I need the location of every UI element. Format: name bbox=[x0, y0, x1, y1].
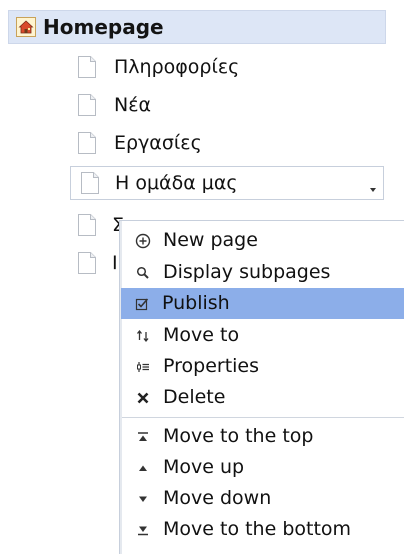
menu-separator bbox=[122, 417, 404, 418]
tree-item-label: Εργασίες bbox=[114, 132, 202, 154]
page-icon bbox=[76, 131, 98, 155]
move-down-icon bbox=[135, 490, 151, 506]
tree-item-label: Ι bbox=[112, 252, 118, 274]
menu-item-label: Move to the bottom bbox=[163, 518, 352, 540]
menu-item-properties[interactable]: Properties bbox=[122, 351, 404, 382]
menu-item-move-to-top[interactable]: Move to the top bbox=[122, 421, 404, 452]
menu-item-move-down[interactable]: Move down bbox=[122, 483, 404, 514]
menu-item-label: Display subpages bbox=[163, 261, 331, 283]
menu-item-publish[interactable]: Publish bbox=[121, 288, 404, 319]
tree-item-label: Νέα bbox=[114, 94, 152, 116]
properties-icon bbox=[135, 358, 151, 374]
delete-icon bbox=[135, 389, 151, 405]
page-icon bbox=[79, 171, 101, 195]
menu-item-label: Move to the top bbox=[163, 425, 314, 447]
page-tree-panel: Homepage Πληροφορίες Νέα Εργασίες Η ομάδ… bbox=[0, 0, 404, 554]
publish-icon bbox=[134, 295, 150, 311]
tree-root-homepage[interactable]: Homepage bbox=[8, 10, 386, 44]
menu-item-label: Move up bbox=[163, 456, 245, 478]
menu-item-label: Publish bbox=[162, 292, 230, 314]
display-subpages-icon bbox=[135, 264, 151, 280]
move-top-icon bbox=[135, 428, 151, 444]
move-bottom-icon bbox=[135, 521, 151, 537]
page-icon bbox=[76, 213, 98, 237]
menu-item-label: New page bbox=[163, 229, 258, 251]
menu-item-delete[interactable]: Delete bbox=[122, 382, 404, 413]
menu-item-label: Move down bbox=[163, 487, 272, 509]
tree-item-i-omada-mas[interactable]: Η ομάδα μας bbox=[70, 166, 384, 200]
tree-item-label: Η ομάδα μας bbox=[115, 172, 238, 194]
menu-item-label: Delete bbox=[163, 386, 226, 408]
menu-item-move-up[interactable]: Move up bbox=[122, 452, 404, 483]
tree-root-label: Homepage bbox=[43, 15, 164, 39]
menu-item-label: Move to bbox=[163, 324, 240, 346]
new-page-icon bbox=[135, 232, 151, 249]
home-icon bbox=[16, 17, 36, 37]
menu-item-move-to-bottom[interactable]: Move to the bottom bbox=[122, 514, 404, 545]
page-icon bbox=[76, 251, 98, 275]
page-icon bbox=[76, 55, 98, 79]
move-to-icon bbox=[135, 327, 151, 343]
move-up-icon bbox=[135, 459, 151, 475]
menu-item-move-to[interactable]: Move to bbox=[122, 320, 404, 351]
menu-item-new-page[interactable]: New page bbox=[122, 225, 404, 256]
tree-item-label: Πληροφορίες bbox=[114, 56, 240, 78]
dropdown-arrow-icon[interactable] bbox=[367, 178, 379, 192]
menu-item-label: Properties bbox=[163, 355, 260, 377]
page-icon bbox=[76, 93, 98, 117]
menu-item-display-subpages[interactable]: Display subpages bbox=[122, 257, 404, 288]
context-menu: New page Display subpages Publish Move t… bbox=[119, 220, 404, 554]
